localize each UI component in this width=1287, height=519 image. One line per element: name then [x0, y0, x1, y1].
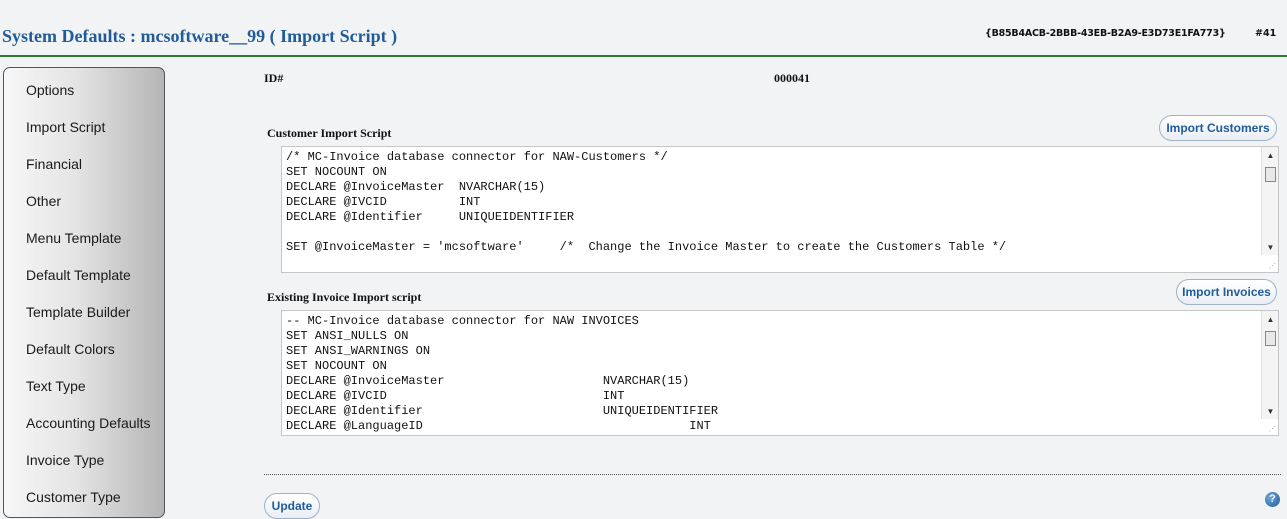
- sidebar-item-text-type[interactable]: Text Type: [26, 378, 86, 394]
- customer-script-textarea[interactable]: /* MC-Invoice database connector for NAW…: [281, 146, 1279, 273]
- page-title: System Defaults : mcsoftware__99 ( Impor…: [2, 26, 398, 46]
- invoice-script-scrollbar[interactable]: ▲ ▼: [1261, 311, 1278, 419]
- resize-grip-icon[interactable]: ⋰: [1269, 263, 1276, 270]
- sidebar-item-default-colors[interactable]: Default Colors: [26, 341, 115, 357]
- import-customers-button[interactable]: Import Customers: [1159, 115, 1277, 141]
- scroll-up-arrow-icon[interactable]: ▲: [1262, 149, 1278, 163]
- record-number: #41: [1255, 28, 1277, 39]
- sidebar-item-options[interactable]: Options: [26, 82, 74, 98]
- sidebar-item-accounting-defaults[interactable]: Accounting Defaults: [26, 415, 151, 431]
- id-label: ID#: [264, 71, 284, 85]
- scroll-down-arrow-icon[interactable]: ▼: [1262, 241, 1278, 255]
- resize-grip-icon[interactable]: ⋰: [1269, 426, 1276, 433]
- customer-script-label: Customer Import Script: [267, 126, 392, 140]
- sidebar-item-default-template[interactable]: Default Template: [26, 267, 131, 283]
- sidebar-nav: Options Import Script Financial Other Me…: [3, 67, 165, 518]
- scroll-thumb[interactable]: [1265, 331, 1276, 346]
- record-guid: {B85B4ACB-2BBB-43EB-B2A9-E3D73E1FA773}: [985, 28, 1226, 39]
- sidebar-item-import-script[interactable]: Import Script: [26, 119, 105, 135]
- help-icon[interactable]: ?: [1265, 492, 1280, 507]
- sidebar-item-menu-template[interactable]: Menu Template: [26, 230, 121, 246]
- customer-script-text: /* MC-Invoice database connector for NAW…: [286, 150, 1007, 254]
- sidebar-item-invoice-type[interactable]: Invoice Type: [26, 452, 104, 468]
- import-invoices-button[interactable]: Import Invoices: [1176, 279, 1277, 305]
- sidebar-item-financial[interactable]: Financial: [26, 156, 82, 172]
- scroll-up-arrow-icon[interactable]: ▲: [1262, 313, 1278, 327]
- scroll-down-arrow-icon[interactable]: ▼: [1262, 405, 1278, 419]
- invoice-script-text: -- MC-Invoice database connector for NAW…: [286, 314, 719, 433]
- page-header: System Defaults : mcsoftware__99 ( Impor…: [0, 0, 1287, 57]
- sidebar-item-template-builder[interactable]: Template Builder: [26, 304, 130, 320]
- section-divider: [264, 474, 1281, 475]
- sidebar-item-other[interactable]: Other: [26, 193, 61, 209]
- invoice-script-label: Existing Invoice Import script: [267, 290, 422, 304]
- update-button[interactable]: Update: [264, 493, 320, 519]
- sidebar-item-customer-type[interactable]: Customer Type: [26, 489, 121, 505]
- customer-script-scrollbar[interactable]: ▲ ▼: [1261, 147, 1278, 255]
- id-value: 000041: [774, 71, 810, 85]
- scroll-thumb[interactable]: [1265, 167, 1276, 182]
- invoice-script-textarea[interactable]: -- MC-Invoice database connector for NAW…: [281, 310, 1279, 436]
